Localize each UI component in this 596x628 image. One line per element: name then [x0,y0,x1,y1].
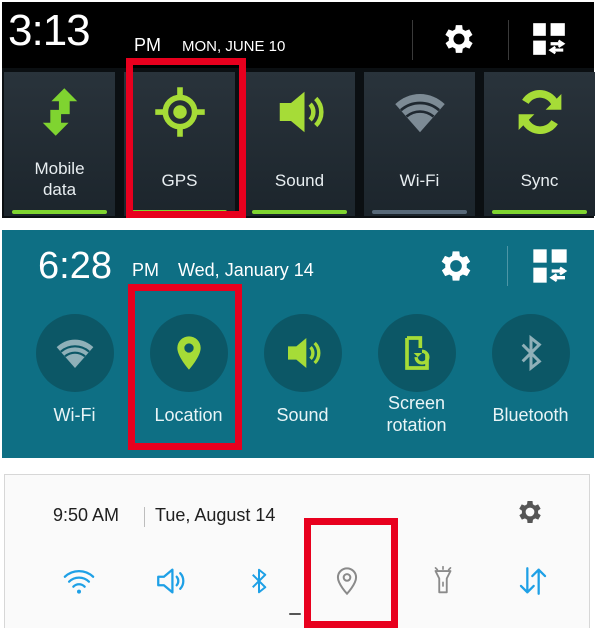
speaker-icon [279,91,324,133]
wifi-icon [394,94,445,133]
wifi-icon [56,339,93,368]
grid-edit-icon[interactable] [530,246,570,291]
toggle-sound[interactable] [151,561,191,601]
toggle-circle [35,314,114,392]
tile-sound[interactable]: Sound [244,72,355,216]
divider [508,20,509,60]
sync-icon [518,90,561,134]
flashlight-icon [434,565,452,594]
toggle-bluetooth[interactable]: Bluetooth [475,314,586,444]
tile-label: Sound [274,171,325,190]
toggle-circle [263,314,342,392]
clock-time: 6:28 [38,245,112,287]
toggle-wifi[interactable] [59,561,99,601]
date-text: Wed, January 14 [178,260,314,280]
grid-edit-icon[interactable] [530,20,568,63]
highlight-box [304,518,398,628]
clock-time: 9:50 AM [53,505,120,525]
clock-ampm: PM [132,260,159,280]
tile-active-bar [252,210,347,214]
toggle-flashlight[interactable] [423,561,463,601]
highlight-box [128,284,242,450]
tile-active-bar [12,210,107,214]
screen-rotation-icon [404,336,429,370]
status-header: 3:13 PM MON, JUNE 10 [2,2,594,68]
tile-label: Mobile data [34,159,85,199]
wifi-icon [63,570,95,594]
tile-active-bar [492,210,587,214]
tile-wifi[interactable]: Wi-Fi [364,72,475,216]
tile-inactive-bar [372,210,467,214]
tile-mobile-data[interactable]: Mobile data [4,72,115,216]
toggle-label: Sound [276,405,329,425]
toggle-label: Wi-Fi [53,405,96,425]
clock-ampm: PM [134,35,161,55]
toggle-circle [491,314,570,392]
divider [507,246,508,286]
toggle-label: Screen rotation [386,393,447,435]
quick-panel-samsung-teal: 6:28 PM Wed, January 14 Wi-Fi Location S… [2,230,594,458]
data-arrows-icon [519,567,547,595]
gear-icon[interactable] [436,246,476,291]
divider [144,507,145,527]
clock-time: 3:13 [8,6,91,55]
tile-label: Wi-Fi [399,171,440,190]
tile-label: Sync [520,171,559,190]
date-text: Tue, August 14 [155,505,276,525]
quick-panel-android-light: 9:50 AM Tue, August 14 [4,474,590,628]
toggle-bluetooth[interactable] [239,561,279,601]
divider [412,20,413,60]
bluetooth-icon [521,334,542,372]
tile-sync[interactable]: Sync [484,72,595,216]
drag-handle[interactable] [289,613,301,615]
speaker-icon [287,338,320,368]
mobile-data-arrows-icon [42,88,77,136]
gear-icon[interactable] [440,20,478,63]
gear-icon[interactable] [515,497,545,532]
highlight-box [126,58,246,218]
toggle-sound[interactable]: Sound [247,314,358,444]
speaker-icon [157,568,185,594]
toggle-screen-rotation[interactable]: Screen rotation [361,314,472,444]
toggle-mobile-data[interactable] [513,561,553,601]
toggle-circle [377,314,456,392]
bluetooth-icon [252,568,267,594]
date-text: MON, JUNE 10 [182,38,286,55]
toggle-label: Bluetooth [492,405,569,425]
quick-panel-samsung-dark: 3:13 PM MON, JUNE 10 Mobile data GPS Sou… [2,2,595,218]
toggle-wifi[interactable]: Wi-Fi [19,314,130,444]
